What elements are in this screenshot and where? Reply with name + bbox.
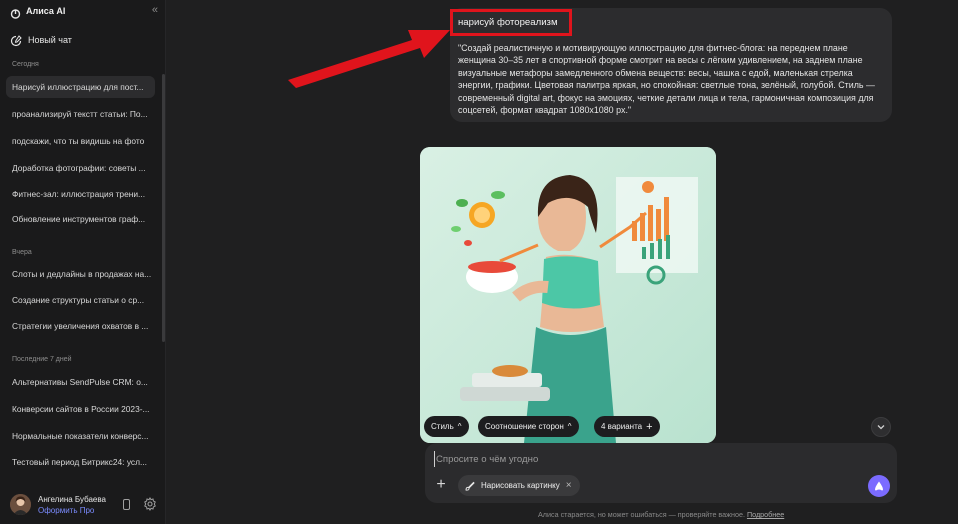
- composer: + Нарисовать картинку ×: [425, 443, 897, 503]
- close-icon[interactable]: ×: [566, 480, 572, 491]
- alice-icon: [875, 481, 883, 491]
- app-title: Алиса AI: [26, 6, 66, 16]
- message-input[interactable]: [434, 451, 874, 467]
- sidebar: Алиса AI « Новый чат Сегодня Нарисуй илл…: [0, 0, 166, 524]
- collapse-sidebar-icon[interactable]: «: [152, 4, 158, 16]
- style-dropdown[interactable]: Стиль ^: [424, 416, 469, 437]
- chevron-up-icon: ^: [567, 422, 572, 431]
- scroll-down-button[interactable]: [871, 417, 891, 437]
- chat-item[interactable]: подскажи, что ты видишь на фото: [6, 130, 155, 152]
- section-label-today: Сегодня: [12, 61, 39, 68]
- annotation-highlight-box: [450, 9, 572, 36]
- aspect-ratio-dropdown[interactable]: Соотношение сторон ^: [478, 416, 579, 437]
- generated-image[interactable]: [420, 147, 716, 443]
- fitness-illustration: [420, 147, 716, 443]
- chat-item[interactable]: Нарисуй иллюстрацию для пост...: [6, 76, 155, 98]
- section-label-yesterday: Вчера: [12, 249, 32, 256]
- attach-plus-button[interactable]: +: [434, 477, 448, 493]
- app-window: Алиса AI « Новый чат Сегодня Нарисуй илл…: [0, 0, 958, 524]
- style-label: Стиль: [431, 422, 454, 431]
- upgrade-pro-link[interactable]: Оформить Про: [38, 506, 94, 515]
- disclaimer-text: Алиса старается, но может ошибаться — пр…: [538, 510, 745, 519]
- chat-item[interactable]: Обновление инструментов граф...: [6, 208, 155, 230]
- plus-icon: +: [646, 420, 653, 433]
- sidebar-scrollbar[interactable]: [162, 74, 165, 342]
- phone-icon[interactable]: [123, 499, 130, 510]
- alice-send-button[interactable]: [868, 475, 890, 497]
- chat-item[interactable]: Альтернативы SendPulse CRM: о...: [6, 371, 155, 393]
- chat-item[interactable]: Конверсии сайтов в России 2023-...: [6, 398, 155, 420]
- alice-logo-icon: [10, 6, 21, 19]
- more-info-link[interactable]: Подробнее: [747, 510, 784, 519]
- profile-name: Ангелина Бубаева: [38, 495, 106, 504]
- chevron-down-icon: [877, 425, 885, 430]
- chevron-up-icon: ^: [457, 422, 462, 431]
- variants-button[interactable]: 4 варианта +: [594, 416, 660, 437]
- sidebar-header: Алиса AI «: [10, 3, 160, 19]
- variants-label: 4 варианта: [601, 422, 643, 431]
- gear-icon[interactable]: [143, 497, 157, 511]
- chat-item[interactable]: Нормальные показатели конверс...: [6, 425, 155, 447]
- chat-item[interactable]: Слоты и дедлайны в продажах на...: [6, 263, 155, 285]
- chat-item[interactable]: Тестовый период Битрикс24: усл...: [6, 451, 155, 473]
- section-label-last-7-days: Последние 7 дней: [12, 356, 72, 363]
- draw-picture-chip[interactable]: Нарисовать картинку ×: [458, 475, 580, 496]
- chat-item[interactable]: Фитнес-зал: иллюстрация трени...: [6, 183, 155, 205]
- new-chat-button[interactable]: Новый чат: [10, 31, 156, 49]
- new-chat-icon: [10, 34, 22, 47]
- chat-item[interactable]: Стратегии увеличения охватов в ...: [6, 315, 155, 337]
- new-chat-label: Новый чат: [28, 35, 72, 45]
- draw-picture-label: Нарисовать картинку: [481, 481, 560, 490]
- chat-item[interactable]: Доработка фотографии: советы ...: [6, 157, 155, 179]
- disclaimer: Алиса старается, но может ошибаться — пр…: [538, 510, 784, 519]
- annotation-arrow-icon: [288, 30, 450, 88]
- user-message-body: "Создай реалистичную и мотивирующую иллю…: [458, 43, 875, 116]
- chat-item[interactable]: Создание структуры статьи о ср...: [6, 289, 155, 311]
- avatar[interactable]: [10, 494, 31, 515]
- user-profile[interactable]: Ангелина Бубаева Оформить Про: [10, 494, 160, 516]
- chat-item[interactable]: проанализируй текстт статьи: По...: [6, 103, 155, 125]
- aspect-ratio-label: Соотношение сторон: [485, 422, 564, 431]
- brush-icon: [465, 481, 475, 491]
